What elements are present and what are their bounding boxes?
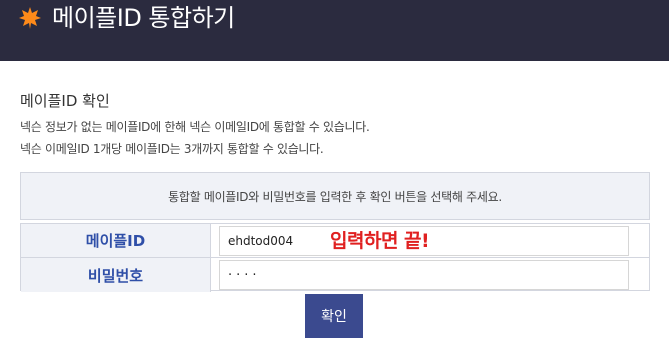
- password-input[interactable]: ····: [219, 260, 629, 290]
- page-title: 메이플ID 통합하기: [52, 4, 235, 32]
- annotation-text: 입력하면 끝!: [330, 230, 430, 252]
- description-line-1: 넥슨 정보가 없는 메이플ID에 한해 넥슨 이메일ID에 통합할 수 있습니다…: [20, 120, 370, 134]
- maple-leaf-icon: [19, 7, 41, 29]
- confirm-button[interactable]: 확인: [305, 294, 363, 338]
- id-label: 메이플ID: [21, 224, 211, 257]
- instruction-text: 통합할 메이플ID와 비밀번호를 입력한 후 확인 버튼을 선택해 주세요.: [168, 189, 502, 204]
- instruction-box: 통합할 메이플ID와 비밀번호를 입력한 후 확인 버튼을 선택해 주세요.: [20, 172, 650, 220]
- page-header: 메이플ID 통합하기: [0, 0, 669, 61]
- password-row: 비밀번호 ····: [21, 258, 649, 292]
- description-line-2: 넥슨 이메일ID 1개당 메이플ID는 3개까지 통합할 수 있습니다.: [20, 142, 324, 156]
- password-label: 비밀번호: [21, 258, 211, 292]
- section-title: 메이플ID 확인: [20, 92, 110, 110]
